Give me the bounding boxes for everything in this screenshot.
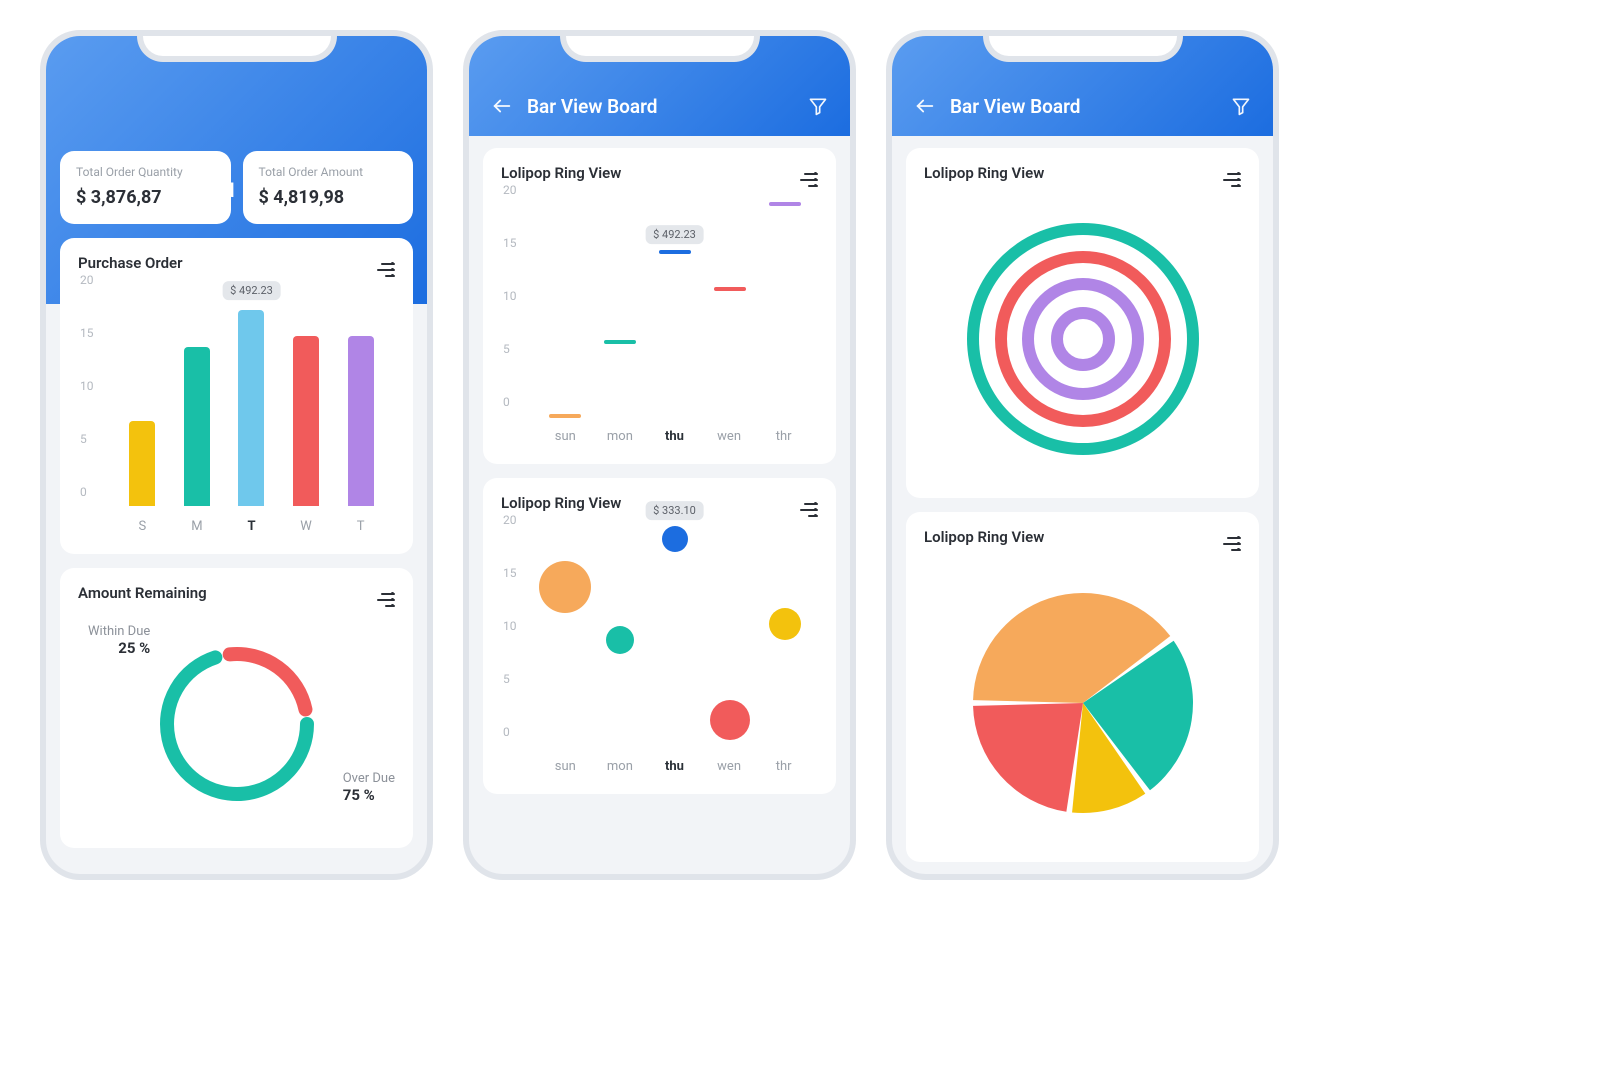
filter-icon[interactable]	[1231, 96, 1251, 116]
card-body: 05101520sunmonthuwenthr$ 492.23	[483, 188, 836, 464]
kpi-total-amount[interactable]: Total Order Amount $ 4,819,98	[243, 151, 414, 224]
stage: Bar View Board Total Order Quantity $ 3,…	[40, 30, 1560, 880]
phone-1: Bar View Board Total Order Quantity $ 3,…	[40, 30, 433, 880]
card-header: Purchase Order	[60, 238, 413, 278]
pie-chart[interactable]	[920, 558, 1245, 848]
phone-notch	[983, 30, 1183, 62]
kpi-label: Total Order Quantity	[76, 165, 215, 179]
card-title: Lolipop Ring View	[501, 164, 621, 182]
content: Lolipop Ring View 05101520sunmonthuwenth…	[483, 148, 836, 864]
kpi-row: Total Order Quantity $ 3,876,87 Total Or…	[60, 151, 413, 224]
donut-right-label: Over Due 75 %	[343, 771, 395, 804]
phone-notch	[560, 30, 760, 62]
kpi-total-quantity[interactable]: Total Order Quantity $ 3,876,87	[60, 151, 231, 224]
content: Total Order Quantity $ 3,876,87 Total Or…	[60, 151, 413, 864]
kpi-label: Total Order Amount	[259, 165, 398, 179]
dash-chart-card: Lolipop Ring View 05101520sunmonthuwenth…	[483, 148, 836, 464]
dash-chart[interactable]: 05101520sunmonthuwenthr$ 492.23	[503, 204, 816, 444]
content: Lolipop Ring View Lolipop Ring View	[906, 148, 1259, 864]
card-body: 05101520sunmonthuwenthr$ 333.10	[483, 518, 836, 794]
card-header: Lolipop Ring View	[906, 148, 1259, 188]
card-title: Lolipop Ring View	[924, 528, 1044, 546]
scatter-chart-card: Lolipop Ring View 05101520sunmonthuwenth…	[483, 478, 836, 794]
kpi-value: $ 4,819,98	[259, 187, 398, 208]
kpi-value: $ 3,876,87	[76, 187, 215, 208]
donut-chart[interactable]: Within Due 25 % Over Due 75 %	[74, 614, 399, 834]
pie-chart-card: Lolipop Ring View	[906, 512, 1259, 862]
card-title: Amount Remaining	[78, 584, 207, 602]
bar-chart[interactable]: 05101520SMTWT$ 492.23	[80, 294, 393, 534]
phone-notch	[137, 30, 337, 62]
phone-3: Bar View Board Lolipop Ring View	[886, 30, 1279, 880]
rings-chart[interactable]	[920, 194, 1245, 484]
filter-icon[interactable]	[808, 96, 828, 116]
card-title: Purchase Order	[78, 254, 183, 272]
card-body	[906, 188, 1259, 498]
scatter-chart[interactable]: 05101520sunmonthuwenthr$ 333.10	[503, 534, 816, 774]
purchase-order-card: Purchase Order 05101520SMTWT$ 492.23	[60, 238, 413, 554]
back-icon[interactable]	[914, 95, 936, 117]
card-header: Lolipop Ring View	[483, 148, 836, 188]
card-header: Amount Remaining	[60, 568, 413, 608]
card-title: Lolipop Ring View	[501, 494, 621, 512]
donut-left-label: Within Due 25 %	[88, 624, 150, 657]
page-title: Bar View Board	[527, 95, 657, 118]
amount-remaining-card: Amount Remaining Within Due 25 % Over Du…	[60, 568, 413, 848]
card-title: Lolipop Ring View	[924, 164, 1044, 182]
card-body	[906, 552, 1259, 862]
card-body: Within Due 25 % Over Due 75 %	[60, 608, 413, 848]
card-header: Lolipop Ring View	[906, 512, 1259, 552]
page-title: Bar View Board	[950, 95, 1080, 118]
back-icon[interactable]	[491, 95, 513, 117]
rings-chart-card: Lolipop Ring View	[906, 148, 1259, 498]
card-body: 05101520SMTWT$ 492.23	[60, 278, 413, 554]
phone-2: Bar View Board Lolipop Ring View 0510152…	[463, 30, 856, 880]
